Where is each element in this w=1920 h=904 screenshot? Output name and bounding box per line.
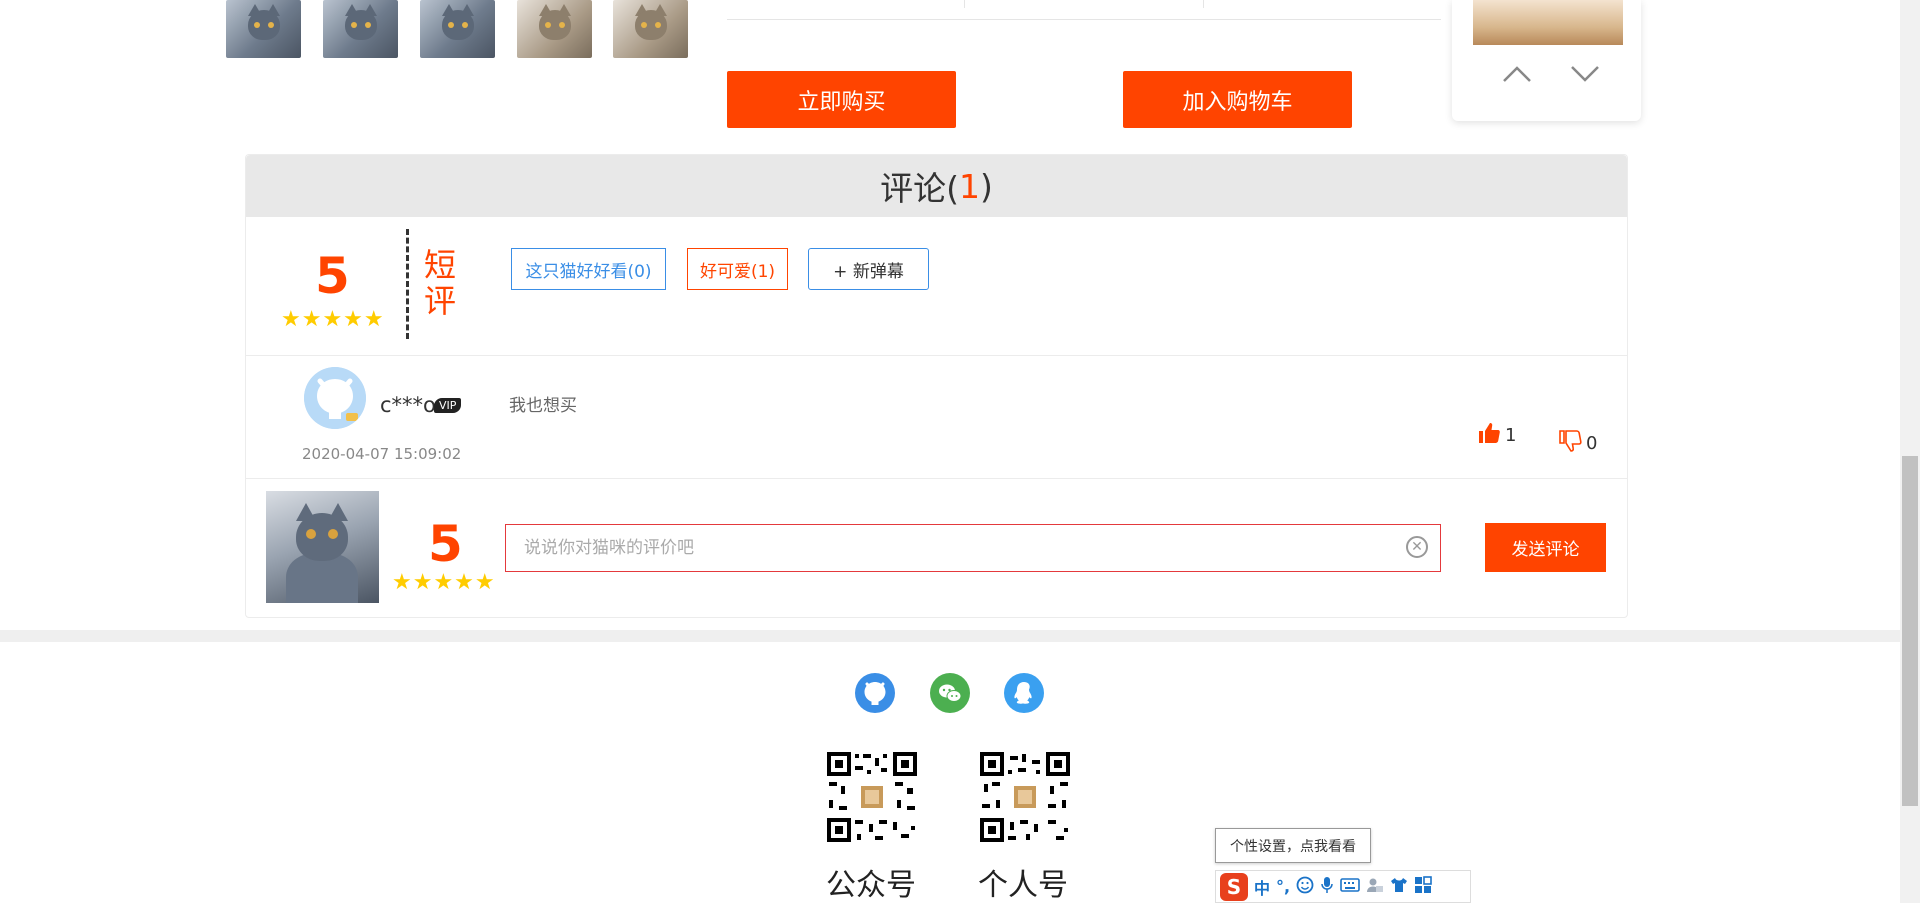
- clear-input-icon[interactable]: ✕: [1406, 536, 1428, 558]
- comment-text: 我也想买: [509, 396, 577, 416]
- comment-username: c***o: [380, 393, 436, 417]
- product-info-divider: [727, 19, 1441, 20]
- vip-badge: VIP: [434, 398, 462, 413]
- comment-date: 2020-04-07 15:09:02: [302, 445, 462, 463]
- gallery-thumb-3[interactable]: [420, 0, 495, 58]
- ime-tooltip: 个性设置，点我看看: [1215, 828, 1371, 863]
- chevron-up-icon[interactable]: [1502, 60, 1532, 90]
- toolbox-grid-icon[interactable]: [1414, 875, 1432, 898]
- qr-code-official: [825, 750, 919, 844]
- tag-good-looking[interactable]: 这只猫好好看(0): [511, 248, 666, 290]
- ime-punct-toggle[interactable]: °,: [1276, 877, 1290, 896]
- row-divider: [246, 478, 1627, 479]
- footer-divider: [0, 630, 1900, 642]
- new-tag-button[interactable]: + 新弹幕: [808, 248, 929, 290]
- rating-stars: ★★★★★: [281, 307, 385, 332]
- tag-cute[interactable]: 好可爱(1): [687, 248, 788, 290]
- gallery-thumb-1[interactable]: [226, 0, 301, 58]
- comments-title: 评论(: [880, 169, 959, 208]
- short-review-label: 短评: [424, 246, 457, 320]
- github-icon[interactable]: [855, 673, 895, 713]
- keyboard-icon[interactable]: [1340, 877, 1360, 897]
- ime-mode-toggle[interactable]: 中: [1254, 875, 1270, 899]
- skin-shirt-icon[interactable]: [1390, 876, 1408, 898]
- emoji-icon[interactable]: [1296, 876, 1314, 898]
- thumbs-down-icon: [1558, 429, 1582, 458]
- dislike-count: 0: [1586, 433, 1598, 454]
- scrollbar-thumb[interactable]: [1902, 456, 1918, 806]
- qr-label-official: 公众号: [826, 868, 916, 903]
- user-card-icon[interactable]: [1366, 876, 1384, 898]
- summary-divider: [406, 229, 409, 339]
- github-avatar-icon: [304, 367, 366, 429]
- comments-count: 1: [959, 166, 980, 206]
- avatar[interactable]: [304, 367, 366, 429]
- send-comment-button[interactable]: 发送评论: [1485, 523, 1606, 572]
- comments-panel: 评论(1) 5 ★★★★★ 短评 这只猫好好看(0) 好可爱(1) + 新弹幕 …: [245, 154, 1628, 618]
- like-button[interactable]: 1: [1477, 421, 1516, 450]
- row-divider: [246, 355, 1627, 356]
- gallery-thumb-4[interactable]: [517, 0, 592, 58]
- comments-header: 评论(1): [246, 155, 1627, 217]
- cat-photo: [266, 491, 379, 603]
- like-count: 1: [1505, 425, 1517, 446]
- gallery-thumb-2[interactable]: [323, 0, 398, 58]
- thumbs-up-icon: [1477, 421, 1501, 450]
- wechat-icon[interactable]: [930, 673, 970, 713]
- compose-stars[interactable]: ★★★★★: [392, 570, 496, 595]
- ime-toolbar: S 中 °,: [1215, 870, 1471, 903]
- sogou-logo-icon[interactable]: S: [1220, 872, 1248, 901]
- side-recommend-image[interactable]: [1473, 0, 1623, 45]
- qr-code-personal: [978, 750, 1072, 844]
- comments-title-close: ): [980, 166, 993, 206]
- buy-now-button[interactable]: 立即购买: [727, 71, 956, 128]
- microphone-icon[interactable]: [1320, 876, 1334, 898]
- dislike-button[interactable]: 0: [1558, 429, 1597, 458]
- side-recommend-card: [1452, 0, 1641, 121]
- product-info-sep: [1203, 0, 1204, 8]
- rating-score: 5: [315, 247, 350, 305]
- qr-label-personal: 个人号: [978, 868, 1068, 903]
- qq-icon[interactable]: [1004, 673, 1044, 713]
- comment-input[interactable]: [505, 524, 1441, 572]
- gallery-thumb-5[interactable]: [613, 0, 688, 58]
- product-info-sep: [964, 0, 965, 8]
- compose-score: 5: [428, 515, 463, 573]
- add-to-cart-button[interactable]: 加入购物车: [1123, 71, 1352, 128]
- chevron-down-icon[interactable]: [1570, 60, 1600, 90]
